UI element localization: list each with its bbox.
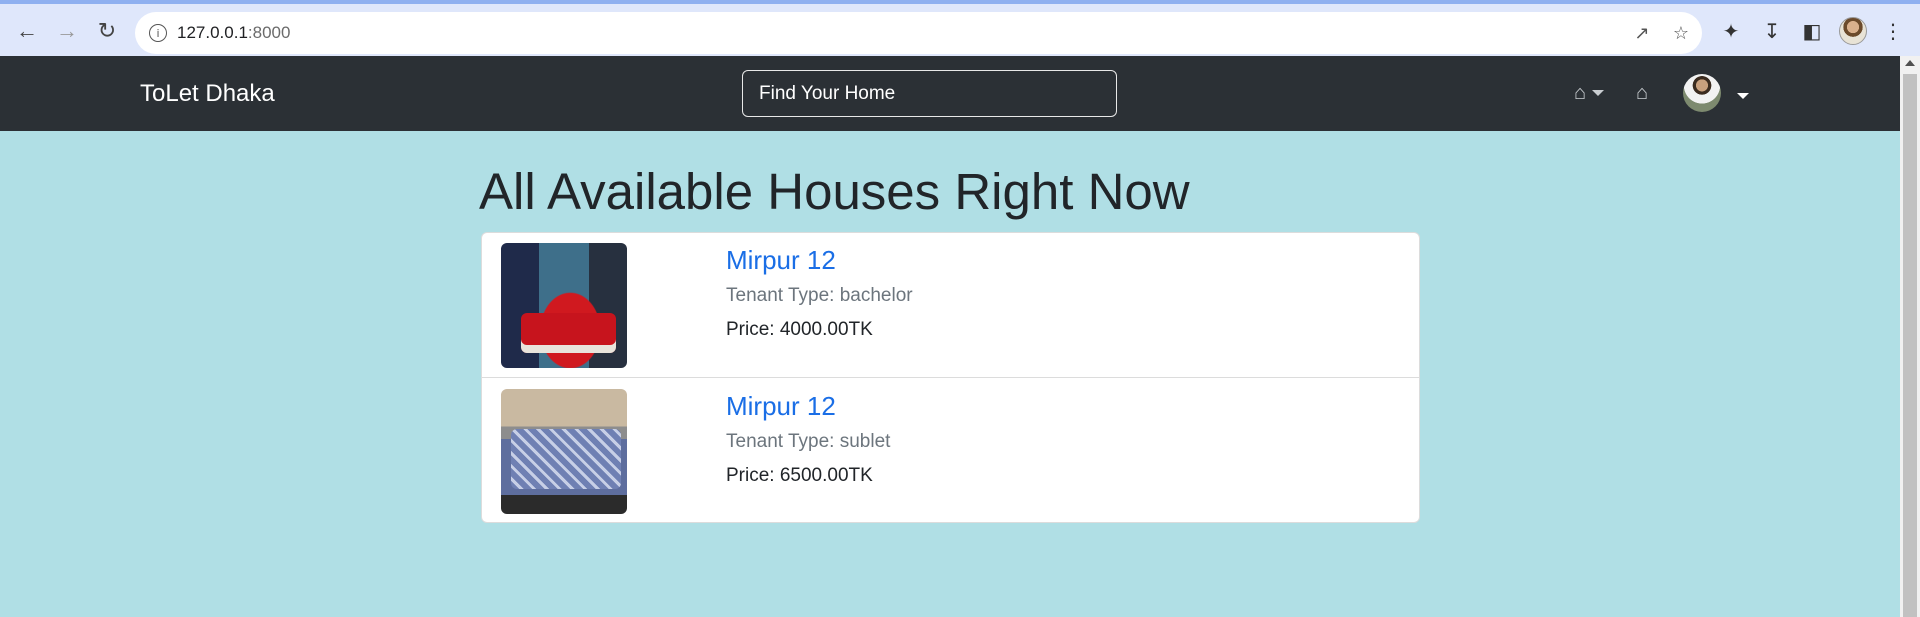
user-avatar[interactable] [1683,74,1721,112]
brand-link[interactable]: ToLet Dhaka [140,80,275,108]
house-photo[interactable] [501,389,627,514]
site-info-icon[interactable]: i [149,24,167,42]
side-panel-icon[interactable]: ◧ [1799,17,1825,45]
listing-title-link[interactable]: Mirpur 12 [726,391,836,422]
address-bar[interactable]: i 127.0.0.1:8000 ↗ ☆ [135,12,1702,54]
home-icon: ⌂ [1636,81,1649,104]
tenant-type: Tenant Type: sublet [726,431,891,452]
back-arrow-icon[interactable]: ← [10,14,44,48]
extensions-icon[interactable]: ✦ [1718,17,1744,45]
house-photo[interactable] [501,243,627,368]
search-input[interactable] [742,70,1117,117]
listing-price: Price: 6500.00TK [726,465,873,486]
site-navbar: ToLet Dhaka ⌂ ⌂ [0,56,1900,131]
page-title: All Available Houses Right Now [479,163,1190,220]
browser-menu-icon[interactable]: ⋮ [1880,17,1906,45]
scrollbar-thumb[interactable] [1903,74,1917,617]
tenant-type: Tenant Type: bachelor [726,285,913,306]
address-url[interactable]: 127.0.0.1:8000 [177,23,290,43]
bookmark-star-icon[interactable]: ☆ [1670,22,1692,44]
listing-price: Price: 4000.00TK [726,319,873,340]
house-gear-icon: ⌂ [1574,81,1587,104]
house-settings-dropdown[interactable]: ⌂ [1574,80,1605,106]
browser-profile-avatar[interactable] [1839,17,1867,45]
scroll-up-arrow-icon[interactable] [1905,60,1915,66]
chevron-down-icon [1737,93,1749,99]
listing-list: Mirpur 12 Tenant Type: bachelor Price: 4… [481,232,1420,523]
list-item[interactable]: Mirpur 12 Tenant Type: sublet Price: 650… [482,379,1419,524]
list-item[interactable]: Mirpur 12 Tenant Type: bachelor Price: 4… [482,233,1419,378]
reload-icon[interactable]: ↻ [90,14,124,48]
listing-title-link[interactable]: Mirpur 12 [726,245,836,276]
chevron-down-icon [1592,90,1605,96]
forward-arrow-icon[interactable]: → [50,14,84,48]
download-icon[interactable]: ↧ [1759,17,1785,45]
user-menu-toggle[interactable] [1731,86,1749,104]
share-icon[interactable]: ↗ [1631,22,1653,44]
browser-toolbar: ← → ↻ i 127.0.0.1:8000 ↗ ☆ ✦ ↧ ◧ ⋮ [0,0,1920,56]
home-link[interactable]: ⌂ [1636,80,1648,106]
